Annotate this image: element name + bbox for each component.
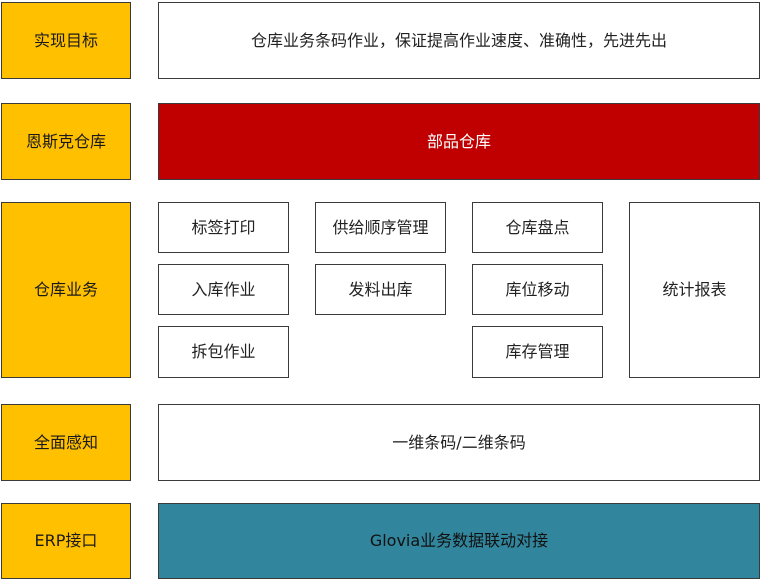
op-inventory-management: 库存管理: [472, 326, 603, 378]
op-stocktaking: 仓库盘点: [472, 202, 603, 253]
op-statistics-report: 统计报表: [629, 202, 760, 378]
op-supply-sequence: 供给顺序管理: [315, 202, 446, 253]
row-label-erp: ERP接口: [1, 503, 131, 579]
glovia-integration-box: Glovia业务数据联动对接: [158, 503, 760, 579]
op-unpacking: 拆包作业: [158, 326, 289, 378]
op-inbound: 入库作业: [158, 264, 289, 315]
row-label-goal: 实现目标: [1, 2, 131, 79]
row-label-perception: 全面感知: [1, 404, 131, 481]
row-label-warehouse: 恩斯克仓库: [1, 103, 131, 180]
barcode-box: 一维条码/二维条码: [158, 404, 760, 481]
op-label-printing: 标签打印: [158, 202, 289, 253]
parts-warehouse-box: 部品仓库: [158, 103, 760, 180]
op-material-issue: 发料出库: [315, 264, 446, 315]
goal-content-box: 仓库业务条码作业，保证提高作业速度、准确性，先进先出: [158, 2, 760, 79]
op-location-move: 库位移动: [472, 264, 603, 315]
row-label-operations: 仓库业务: [1, 202, 131, 378]
